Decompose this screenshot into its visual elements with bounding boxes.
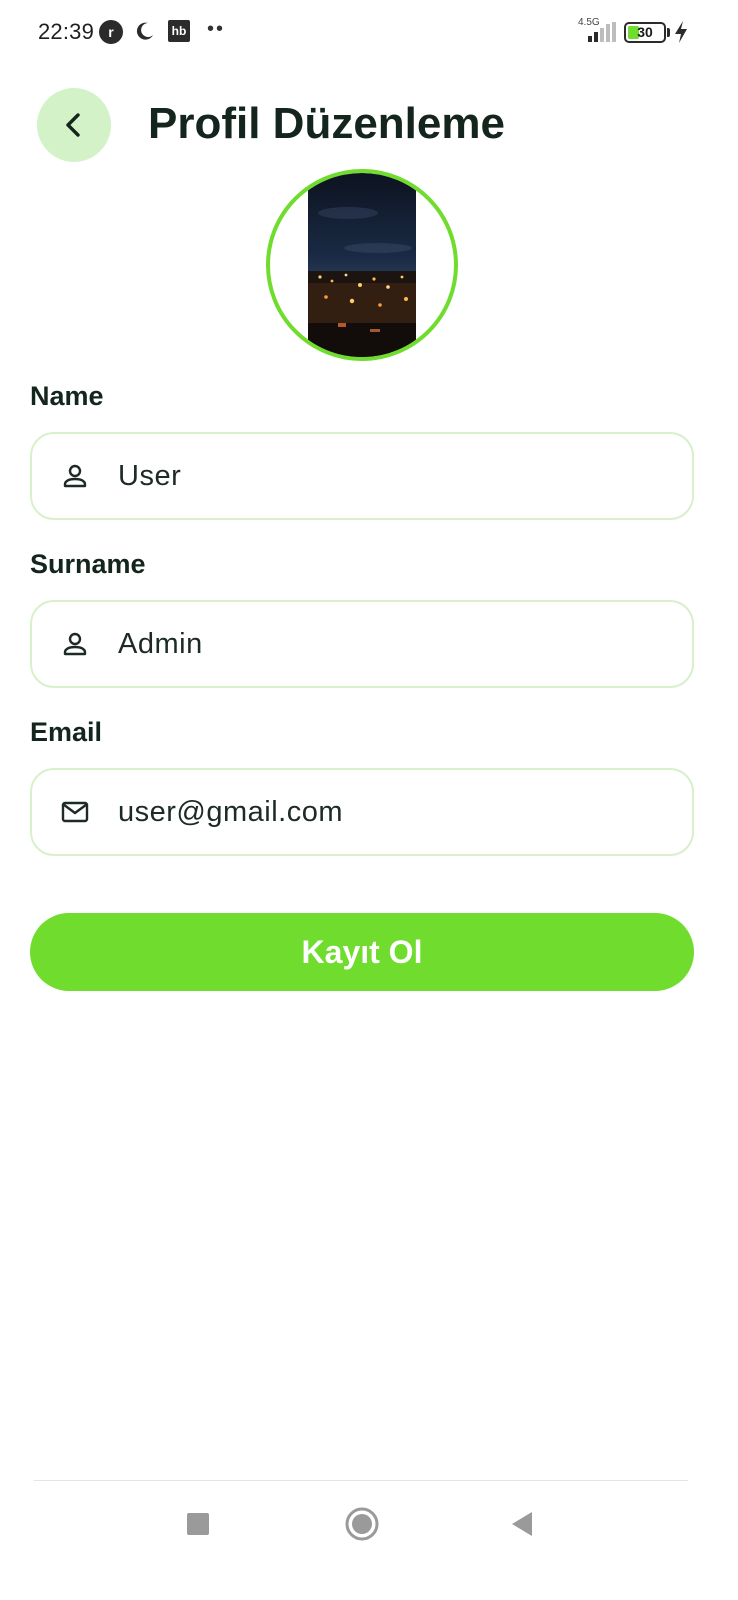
home-icon[interactable] (345, 1507, 379, 1541)
submit-button[interactable]: Kayıt Ol (30, 913, 694, 991)
page-title: Profil Düzenleme (148, 99, 505, 148)
signal-icon (588, 22, 616, 42)
charging-bolt-icon (675, 21, 687, 43)
email-value: user@gmail.com (118, 795, 343, 828)
name-value: User (118, 459, 182, 492)
person-icon (63, 464, 87, 488)
chevron-left-icon (66, 113, 80, 137)
recents-icon[interactable] (187, 1513, 209, 1535)
more-dots-icon: •• (207, 18, 226, 40)
mail-icon (61, 801, 89, 823)
person-icon (63, 632, 87, 656)
back-button[interactable] (37, 88, 111, 162)
name-field[interactable]: User (30, 432, 694, 520)
status-time: 22:39 (38, 19, 95, 44)
status-bar: 22:39 r hb •• 4.5G 30 (0, 0, 738, 64)
battery-icon: 30 (624, 22, 666, 43)
battery-tip (667, 28, 670, 37)
email-field[interactable]: user@gmail.com (30, 768, 694, 856)
back-triangle-icon[interactable] (510, 1511, 534, 1537)
moon-icon (136, 22, 153, 40)
email-label: Email (30, 717, 103, 747)
surname-value: Admin (118, 627, 203, 660)
battery-level: 30 (637, 24, 653, 40)
r-badge-icon: r (99, 20, 123, 44)
surname-field[interactable]: Admin (30, 600, 694, 688)
surname-label: Surname (30, 549, 146, 579)
nav-divider (34, 1480, 688, 1481)
avatar-photo (308, 173, 416, 357)
avatar[interactable] (266, 169, 458, 361)
name-label: Name (30, 381, 104, 411)
hb-icon: hb (168, 20, 190, 42)
